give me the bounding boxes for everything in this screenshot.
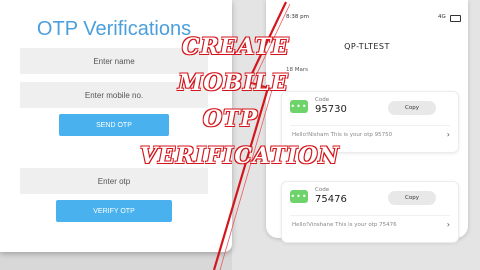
overlay-line-4: VERIFICATION (140, 143, 340, 169)
overlay-line-3: OTP (203, 106, 259, 132)
overlay-line-1: CREATE (182, 34, 290, 60)
overlay-line-2: MOBILE (178, 70, 289, 96)
